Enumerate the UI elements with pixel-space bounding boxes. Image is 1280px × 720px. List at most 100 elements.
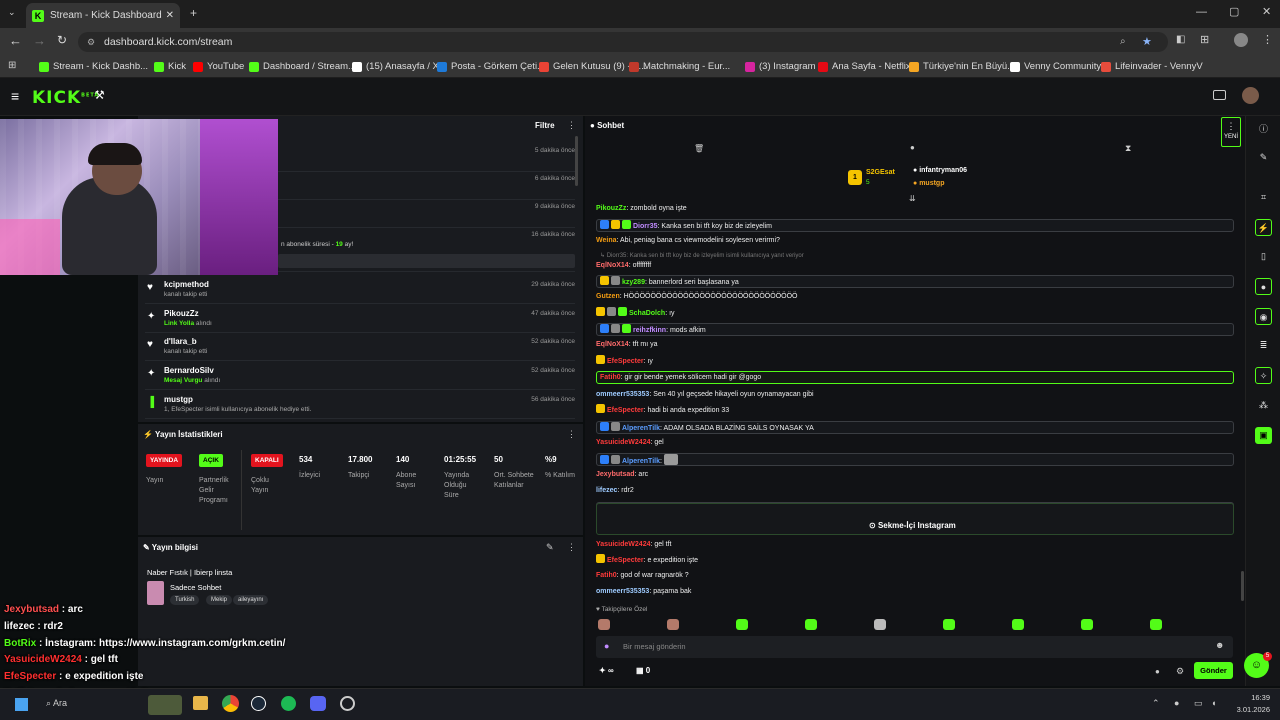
network-icon[interactable]: ▭ <box>1194 698 1203 709</box>
top-user-3[interactable]: ● mustgp <box>913 180 944 187</box>
chat-message[interactable]: Diorr35: Kanka sen bi tft koy biz de izl… <box>596 219 1234 232</box>
layers-icon[interactable]: ≣ <box>1255 337 1272 354</box>
emote-icon[interactable] <box>874 619 886 630</box>
clear-chat-icon[interactable]: 🗑 <box>694 144 704 153</box>
mic-icon[interactable]: ● <box>604 641 609 651</box>
chat-message[interactable]: Jexybutsad: arc <box>596 469 1234 481</box>
chat-message[interactable]: kzy289: bannerlord seri başlasana ya <box>596 275 1234 288</box>
chat-mode-icon[interactable]: ● <box>910 143 915 152</box>
chat-username[interactable]: EfeSpecter <box>607 407 644 414</box>
bookmark-item[interactable]: Venny Community <box>1010 61 1101 72</box>
bookmark-item[interactable]: (3) Instagram <box>745 61 816 72</box>
chat-message[interactable]: SchaDolch: ıy <box>596 307 1234 320</box>
activity-menu-icon[interactable]: ⋮ <box>567 120 576 131</box>
counter-display[interactable]: ▦ 0 <box>636 666 650 675</box>
reload-icon[interactable]: ↻ <box>57 33 67 47</box>
chat-message[interactable]: YasuicideW2424: gel tft <box>596 539 1234 551</box>
chat-username[interactable]: YasuicideW2424 <box>596 541 650 548</box>
chat-scrollbar[interactable] <box>1241 571 1244 601</box>
points-display[interactable]: ✦ ∞ <box>599 666 614 675</box>
emote-icon[interactable] <box>736 619 748 630</box>
emote-icon[interactable] <box>1012 619 1024 630</box>
volume-icon[interactable]: ◖ <box>1211 698 1216 708</box>
stats-menu-icon[interactable]: ⋮ <box>567 429 576 440</box>
event-username[interactable]: mustgp <box>164 395 193 404</box>
chat-message[interactable]: AlperenTilk: ADAM OLSADA BLAZİNG SAİLS O… <box>596 421 1234 434</box>
new-features-button[interactable]: ⋮ YENİ <box>1221 117 1241 147</box>
chat-message[interactable]: PikouzZz: zombold oyna işte <box>596 203 1234 215</box>
chat-message[interactable]: EqlNoX14: tft mı ya <box>596 339 1234 351</box>
obs-icon[interactable] <box>340 696 355 711</box>
maximize-icon[interactable]: ▢ <box>1229 5 1239 18</box>
apps-grid-icon[interactable]: ⊞ <box>8 60 16 71</box>
chat-message[interactable]: EfeSpecter: ıy <box>596 355 1234 368</box>
chat-username[interactable]: EfeSpecter <box>607 557 644 564</box>
connections-icon[interactable]: ⁂ <box>1255 397 1272 414</box>
event-username[interactable]: BernardoSilv <box>164 366 214 375</box>
stream-tag[interactable]: aileyayını <box>233 595 269 605</box>
chat-username[interactable]: SchaDolch <box>629 310 665 317</box>
chat-username[interactable]: Jexybutsad <box>596 471 635 478</box>
chat-username[interactable]: AlperenTilk <box>622 458 660 465</box>
activity-scrollbar[interactable] <box>575 136 578 186</box>
chat-message[interactable]: Gutzen: HÖÖÖÖÖÖÖÖÖÖÖÖÖÖÖÖÖÖÖÖÖÖÖÖÖÖÖÖÖÖÖ <box>596 291 1234 303</box>
stream-tag[interactable]: Mekip <box>206 595 233 605</box>
chat-username[interactable]: Fatih0 <box>596 572 617 579</box>
site-info-icon[interactable]: ⚙ <box>87 32 95 52</box>
chat-message[interactable]: EfeSpecter: e expedition işte <box>596 554 1234 567</box>
chat-username[interactable]: kzy289 <box>622 279 645 286</box>
expand-leaderboard-icon[interactable]: ⇊ <box>909 194 916 203</box>
chat-message[interactable]: EfeSpecter: hadi bi anda expedition 33 <box>596 404 1234 417</box>
bookmark-item[interactable]: Lifeinvader - VennyV <box>1101 61 1203 72</box>
profile-avatar[interactable] <box>1234 33 1248 47</box>
bookmark-item[interactable]: Türkiye'nin En Büyü... <box>909 61 1015 72</box>
chat-username[interactable]: EqlNoX14 <box>596 262 629 269</box>
event-username[interactable]: d'llara_b <box>164 337 197 346</box>
category-name[interactable]: Sadece Sohbet <box>170 583 221 592</box>
chat-username[interactable]: ommeerr535353 <box>596 588 649 595</box>
spotify-icon[interactable] <box>281 696 296 711</box>
info-menu-icon[interactable]: ⋮ <box>567 542 576 553</box>
chat-username[interactable]: lifezec <box>596 487 617 494</box>
window-close-icon[interactable]: ✕ <box>1262 5 1271 18</box>
back-icon[interactable]: ← <box>9 33 22 48</box>
chat-username[interactable]: Gutzen <box>596 293 620 300</box>
slow-mode-icon[interactable]: ⧗ <box>1125 143 1131 154</box>
filter-button[interactable]: Filtre <box>535 121 555 130</box>
tab-list-icon[interactable]: ⌄ <box>8 7 16 18</box>
notes-icon[interactable]: ▯ <box>1255 248 1272 265</box>
chat-message[interactable]: EqlNoX14: offffffff <box>596 260 1234 272</box>
top-user-2[interactable]: ● infantryman06 <box>913 167 967 174</box>
bookmark-item[interactable]: Dashboard / Stream... <box>249 61 356 72</box>
send-button[interactable]: Gönder <box>1194 662 1233 679</box>
chat-message[interactable]: ommeerr535353: paşama bak <box>596 586 1234 598</box>
emote-icon[interactable] <box>1150 619 1162 630</box>
bookmark-item[interactable]: (15) Anasayfa / X <box>352 61 439 72</box>
event-username[interactable]: PikouzZz <box>164 309 199 318</box>
chat-username[interactable]: ommeerr535353 <box>596 391 649 398</box>
file-explorer-icon[interactable] <box>193 696 208 710</box>
top-user-1[interactable]: S2GEsat <box>866 169 895 176</box>
emote-icon[interactable] <box>667 619 679 630</box>
edit-info-icon[interactable]: ✎ <box>546 542 554 553</box>
forward-icon[interactable]: → <box>33 33 46 48</box>
crop-icon[interactable]: ⌗ <box>1255 189 1272 206</box>
chat-username[interactable]: reihzfkinn <box>633 327 666 334</box>
chat-message[interactable]: AlperenTilk: <box>596 453 1234 466</box>
bookmark-item[interactable]: Matchmaking - Eur... <box>629 61 730 72</box>
extension-icon[interactable]: ◧ <box>1176 34 1185 45</box>
emoji-icon[interactable]: ☻ <box>1215 640 1224 650</box>
stream-tag[interactable]: Turkish <box>170 595 200 605</box>
chat-message[interactable]: YasuicideW2424: gel <box>596 437 1234 449</box>
chat-users-icon[interactable]: ● <box>1155 667 1160 676</box>
bookmark-item[interactable]: Ana Sayfa - Netflix <box>818 61 911 72</box>
emote-icon[interactable] <box>805 619 817 630</box>
bookmark-item[interactable]: Posta - Görkem Çeti... <box>437 61 545 72</box>
chat-message[interactable]: Fatih0: gir gir bende yemek sölicem hadi… <box>596 371 1234 384</box>
bookmark-item[interactable]: YouTube <box>193 61 244 72</box>
chat-icon[interactable]: ● <box>1255 278 1272 295</box>
chat-username[interactable]: EqlNoX14 <box>596 341 629 348</box>
chat-message[interactable]: lifezec: rdr2 <box>596 485 1234 497</box>
taskbar-widget-icon[interactable] <box>148 695 182 715</box>
zoom-icon[interactable]: ⌕ <box>1120 32 1126 52</box>
